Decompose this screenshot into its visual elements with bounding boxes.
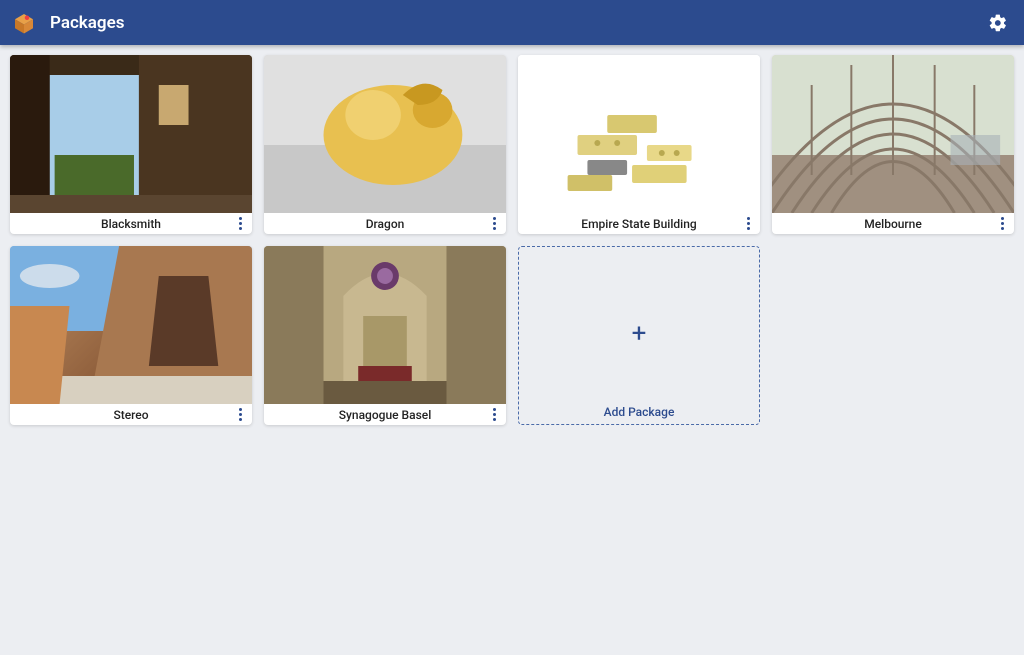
- kebab-dot-icon: [1001, 222, 1004, 225]
- page-title: Packages: [50, 13, 124, 33]
- app-header: Packages: [0, 0, 1024, 45]
- package-thumbnail: [264, 246, 506, 404]
- package-thumbnail: [10, 246, 252, 404]
- kebab-dot-icon: [493, 408, 496, 411]
- package-footer: Empire State Building: [518, 213, 760, 234]
- kebab-dot-icon: [239, 227, 242, 230]
- package-menu-button[interactable]: [484, 213, 504, 234]
- package-card-synagogue-basel[interactable]: Synagogue Basel: [264, 246, 506, 425]
- package-thumbnail: [10, 55, 252, 213]
- package-menu-button[interactable]: [738, 213, 758, 234]
- package-thumbnail: [772, 55, 1014, 213]
- package-footer: Melbourne: [772, 213, 1014, 234]
- package-thumbnail: [264, 55, 506, 213]
- kebab-dot-icon: [239, 217, 242, 220]
- package-card-melbourne[interactable]: Melbourne: [772, 55, 1014, 234]
- package-label: Melbourne: [772, 217, 1014, 231]
- kebab-dot-icon: [493, 222, 496, 225]
- kebab-dot-icon: [493, 418, 496, 421]
- package-menu-button[interactable]: [992, 213, 1012, 234]
- package-menu-button[interactable]: [484, 404, 504, 425]
- package-label: Dragon: [264, 217, 506, 231]
- kebab-dot-icon: [1001, 217, 1004, 220]
- plus-icon: +: [632, 318, 647, 348]
- package-label: Synagogue Basel: [264, 408, 506, 422]
- package-label: Stereo: [10, 408, 252, 422]
- package-footer: Blacksmith: [10, 213, 252, 234]
- gear-icon: [988, 13, 1008, 33]
- kebab-dot-icon: [239, 408, 242, 411]
- kebab-dot-icon: [493, 217, 496, 220]
- settings-button[interactable]: [982, 7, 1014, 39]
- kebab-dot-icon: [747, 222, 750, 225]
- package-menu-button[interactable]: [230, 213, 250, 234]
- package-menu-button[interactable]: [230, 404, 250, 425]
- kebab-dot-icon: [493, 227, 496, 230]
- kebab-dot-icon: [493, 413, 496, 416]
- add-package-label: Add Package: [519, 405, 759, 419]
- kebab-dot-icon: [239, 418, 242, 421]
- package-card-dragon[interactable]: Dragon: [264, 55, 506, 234]
- package-card-stereo[interactable]: Stereo: [10, 246, 252, 425]
- kebab-dot-icon: [747, 227, 750, 230]
- kebab-dot-icon: [1001, 227, 1004, 230]
- package-label: Empire State Building: [518, 217, 760, 231]
- kebab-dot-icon: [239, 413, 242, 416]
- kebab-dot-icon: [747, 217, 750, 220]
- package-thumbnail: [518, 55, 760, 213]
- package-footer: Stereo: [10, 404, 252, 425]
- package-label: Blacksmith: [10, 217, 252, 231]
- app-logo-icon: [10, 9, 38, 37]
- kebab-dot-icon: [239, 222, 242, 225]
- package-grid: Blacksmith Dragon: [0, 45, 1024, 435]
- package-footer: Synagogue Basel: [264, 404, 506, 425]
- package-card-empire-state-building[interactable]: Empire State Building: [518, 55, 760, 234]
- package-footer: Dragon: [264, 213, 506, 234]
- add-package-button[interactable]: + Add Package: [518, 246, 760, 425]
- package-card-blacksmith[interactable]: Blacksmith: [10, 55, 252, 234]
